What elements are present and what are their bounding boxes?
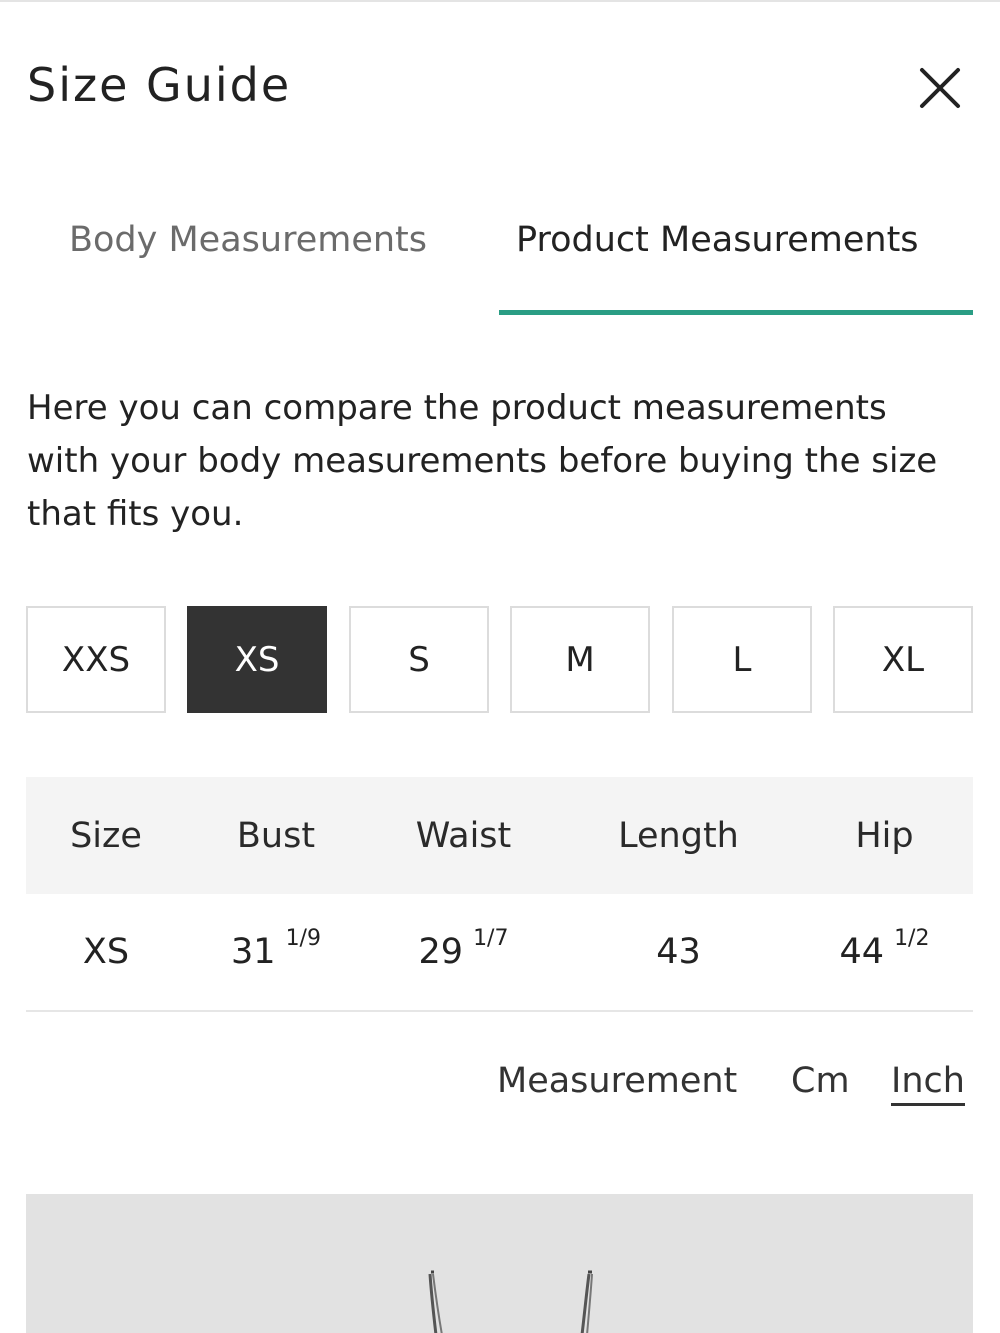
close-icon	[920, 68, 960, 108]
close-button[interactable]	[912, 60, 968, 116]
table-header-row: Size Bust Waist Length Hip	[26, 777, 973, 894]
product-diagram-image	[26, 1194, 973, 1333]
header-hip: Hip	[855, 815, 914, 856]
waist-whole: 29	[418, 932, 464, 972]
garment-sketch	[428, 1270, 593, 1333]
active-tab-indicator	[499, 310, 973, 315]
bust-fraction: 1/9	[285, 925, 321, 951]
bust-whole: 31	[231, 932, 276, 972]
cell-hip: 44 1/2	[796, 894, 973, 1010]
size-button-xl[interactable]: XL	[833, 606, 973, 713]
size-guide-modal: Size Guide Body Measurements Product Mea…	[0, 0, 1000, 1333]
size-button-xxs[interactable]: XXS	[26, 606, 166, 713]
unit-option-inch[interactable]: Inch	[891, 1061, 965, 1106]
cell-bust: 31 1/9	[186, 894, 366, 1010]
unit-switcher: Measurement Cm Inch	[0, 1057, 1000, 1117]
modal-title: Size Guide	[27, 58, 292, 112]
waist-fraction: 1/7	[473, 925, 509, 951]
tab-product-measurements[interactable]: Product Measurements	[516, 220, 919, 260]
header-bust: Bust	[236, 815, 316, 856]
size-button-l[interactable]: L	[672, 606, 812, 713]
size-selector: XXS XS S M L XL	[26, 606, 974, 713]
unit-option-cm[interactable]: Cm	[791, 1061, 850, 1101]
cell-size: XS	[82, 932, 130, 972]
size-button-xs[interactable]: XS	[187, 606, 327, 713]
intro-text: Here you can compare the product measure…	[27, 388, 938, 534]
size-button-s[interactable]: S	[349, 606, 489, 713]
unit-label: Measurement	[497, 1061, 738, 1101]
cell-length: 43	[561, 894, 796, 1010]
cell-waist: 29 1/7	[366, 894, 561, 1010]
measurements-table: Size Bust Waist Length Hip XS 31 1/9 29 1/…	[26, 777, 973, 1012]
modal-header: Size Guide	[0, 2, 1000, 172]
header-waist: Waist	[415, 815, 512, 856]
hip-fraction: 1/2	[894, 925, 930, 951]
header-length: Length	[618, 815, 739, 856]
size-button-m[interactable]: M	[510, 606, 650, 713]
measurement-tabs: Body Measurements Product Measurements	[0, 202, 1000, 322]
header-size: Size	[70, 815, 142, 856]
hip-whole: 44	[839, 932, 885, 972]
tab-body-measurements[interactable]: Body Measurements	[69, 220, 427, 260]
table-row: XS 31 1/9 29 1/7 43 44 1/2	[26, 894, 973, 1012]
length-whole: 43	[656, 932, 701, 972]
